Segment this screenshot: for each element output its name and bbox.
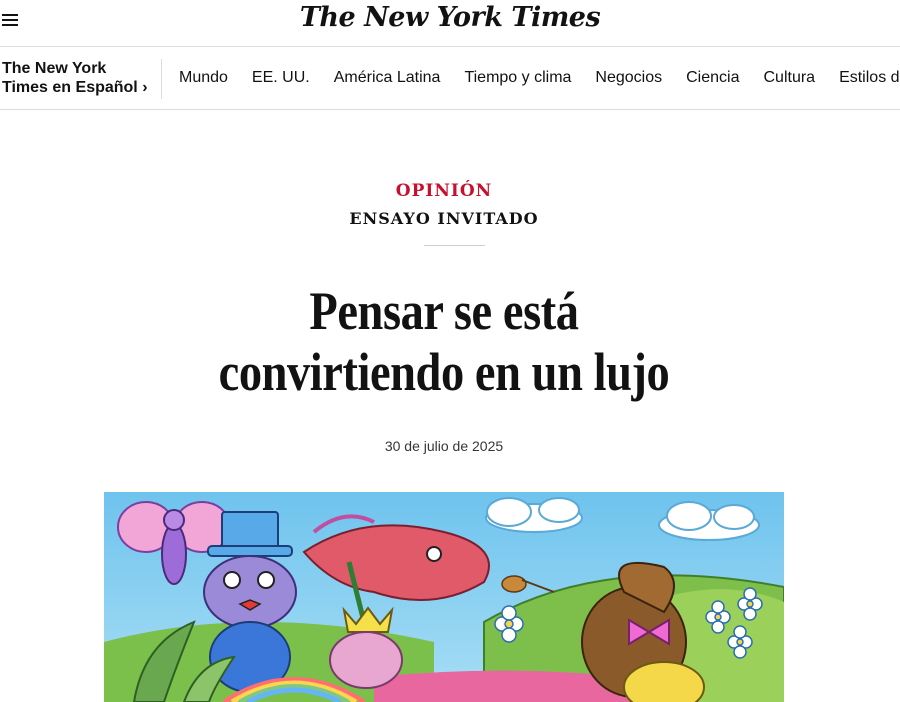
article-headline: Pensar se está convirtiendo en un lujo — [218, 281, 670, 402]
nav-item-mundo[interactable]: Mundo — [167, 47, 240, 109]
nav-divider — [0, 109, 900, 110]
section-nav: The New York Times en Español › Mundo EE.… — [0, 47, 900, 109]
nav-item-ciencia[interactable]: Ciencia — [674, 47, 751, 109]
masthead: The New York Times — [0, 0, 900, 46]
nav-item-estilos-de-vida[interactable]: Estilos de vid — [827, 47, 900, 109]
kicker-divider — [424, 245, 485, 246]
opinion-kicker[interactable]: OPINIÓN — [0, 181, 888, 201]
section-home-link[interactable]: The New York Times en Español › — [2, 59, 152, 97]
nav-item-tiempo-y-clima[interactable]: Tiempo y clima — [452, 47, 583, 109]
chevron-right-icon: › — [142, 79, 148, 96]
section-home-label: The New York Times en Español — [2, 60, 138, 96]
nav-item-cultura[interactable]: Cultura — [751, 47, 827, 109]
article-date: 30 de julio de 2025 — [384, 438, 504, 454]
nav-item-negocios[interactable]: Negocios — [583, 47, 674, 109]
nyt-logo[interactable]: The New York Times — [0, 2, 900, 33]
guest-essay-label: ENSAYO INVITADO — [349, 209, 539, 228]
nav-item-ee-uu[interactable]: EE. UU. — [240, 47, 322, 109]
nav-items: Mundo EE. UU. América Latina Tiempo y clima… — [167, 47, 900, 109]
hero-illustration — [104, 492, 784, 702]
nav-item-america-latina[interactable]: América Latina — [322, 47, 453, 109]
nav-separator — [161, 59, 162, 99]
